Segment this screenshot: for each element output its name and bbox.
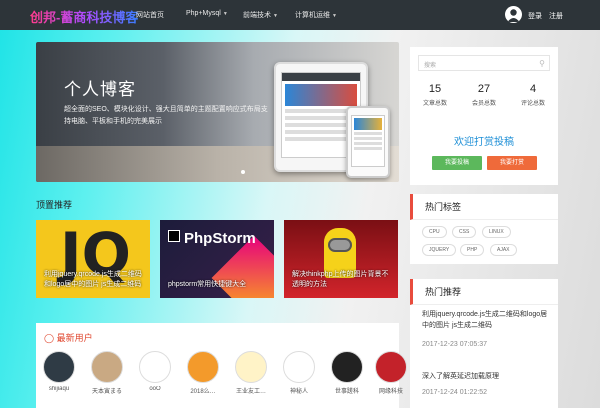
user-item[interactable]: 网缘科技: [374, 351, 408, 395]
user-item[interactable]: 天本寅まる: [90, 351, 124, 395]
user-item[interactable]: ooO: [138, 351, 172, 392]
tag-item[interactable]: AJAX: [490, 244, 517, 256]
site-logo[interactable]: 创邦-蓄商科技博客: [30, 7, 138, 26]
hot-tags-title: 热门标签: [410, 194, 558, 220]
search-icon[interactable]: ⚲: [539, 59, 545, 68]
chevron-down-icon: ▼: [222, 11, 228, 17]
avatar[interactable]: [91, 351, 123, 383]
latest-users-title: ◯ 最新用户: [44, 333, 93, 343]
avatar[interactable]: [283, 351, 315, 383]
hot-recommend-panel: 热门推荐 利用jquery.qrcode.js生成二维码和logo居中的图片 j…: [410, 279, 558, 408]
card-caption[interactable]: 解决thinkphp上传的图片背景不透明的方法: [292, 270, 392, 290]
stat-articles: 15 文章总数: [422, 83, 447, 107]
user-name[interactable]: 天本寅まる: [90, 386, 124, 395]
nav-php-mysql-label: Php+Mysql: [186, 10, 221, 17]
donate-button[interactable]: 我要打赏: [487, 156, 537, 170]
phpstorm-logo: PhpStorm: [184, 230, 256, 247]
latest-users-panel: ◯ 最新用户 shijiaqu 天本寅まる ooO 2018么… 王业友工… 神秘人 世事蹉…: [36, 323, 407, 408]
user-name[interactable]: 王业友工…: [234, 386, 268, 395]
user-name[interactable]: 神秘人: [282, 386, 316, 395]
nav-home-label: 网站首页: [136, 12, 164, 19]
hot-item-title[interactable]: 利用jquery.qrcode.js生成二维码和logo居中的图片 js生成二维…: [422, 309, 552, 331]
banner-title: 个人博客: [64, 80, 136, 99]
tag-item[interactable]: CPU: [422, 226, 447, 238]
featured-card-jquery[interactable]: JQ 利用jquery.qrcode.js生成二维码和logo居中的图片 js生…: [36, 220, 150, 298]
stats-panel: 搜索 ⚲ 15 文章总数 27 会员总数 4 评论总数 欢迎打赏投稿 我要投稿 我要打…: [410, 47, 558, 185]
banner-text: 超全面的SEO、模块化设计、强大且简单的主题配置响应式布局支持电脑、平板和手机的…: [64, 106, 268, 125]
chevron-down-icon: ▼: [273, 13, 278, 19]
nav-home[interactable]: 网站首页: [136, 10, 164, 20]
card-caption[interactable]: 利用jquery.qrcode.js生成二维码和logo居中的图片 js生成二维…: [44, 270, 144, 290]
nav-ops[interactable]: 计算机运维 ▼: [295, 10, 337, 20]
search-input[interactable]: 搜索 ⚲: [418, 55, 550, 71]
hot-recommend-title: 热门推荐: [410, 279, 558, 305]
top-navbar: 创邦-蓄商科技博客 网站首页 Php+Mysql ▼ 前端技术 ▼ 计算机运维 ▼ 登…: [0, 0, 600, 30]
user-name[interactable]: ooO: [138, 386, 172, 392]
featured-card-thinkphp[interactable]: 解决thinkphp上传的图片背景不透明的方法: [284, 220, 398, 298]
hot-item-title[interactable]: 深入了解英延迟加载原理: [422, 371, 552, 382]
user-name[interactable]: 2018么…: [186, 386, 220, 395]
nav-php-mysql[interactable]: Php+Mysql ▼: [186, 10, 228, 17]
carousel-dot-active[interactable]: [241, 170, 245, 174]
login-link[interactable]: 登录: [528, 11, 542, 21]
featured-card-phpstorm[interactable]: PhpStorm phpstorm常用快捷键大全: [160, 220, 274, 298]
tag-item[interactable]: LINUX: [482, 226, 511, 238]
tag-item[interactable]: CSS: [452, 226, 477, 238]
search-placeholder: 搜索: [424, 63, 437, 69]
tag-item[interactable]: JQUERY: [422, 244, 457, 256]
chevron-down-icon: ▼: [332, 13, 337, 19]
nav-frontend-label: 前端技术: [243, 12, 271, 19]
user-avatar-icon[interactable]: [505, 6, 522, 23]
hero-banner[interactable]: 个人博客 超全面的SEO、模块化设计、强大且简单的主题配置响应式布局支持电脑、平…: [36, 42, 399, 182]
hot-item-date: 2017-12-24 01:22:52: [422, 389, 487, 396]
register-link[interactable]: 注册: [549, 11, 563, 21]
contribute-button[interactable]: 我要投稿: [432, 156, 482, 170]
user-icon: ◯: [44, 333, 55, 343]
nav-frontend[interactable]: 前端技术 ▼: [243, 10, 278, 20]
nav-ops-label: 计算机运维: [295, 12, 330, 19]
user-item[interactable]: shijiaqu: [42, 351, 76, 392]
featured-title: 顶置推荐: [36, 200, 73, 210]
avatar[interactable]: [139, 351, 171, 383]
phpstorm-icon: [168, 230, 180, 242]
carousel-dots[interactable]: [241, 170, 245, 174]
avatar[interactable]: [43, 351, 75, 383]
tag-item[interactable]: PHP: [460, 244, 485, 256]
user-item[interactable]: 神秘人: [282, 351, 316, 395]
avatar[interactable]: [331, 351, 363, 383]
avatar[interactable]: [375, 351, 407, 383]
user-name[interactable]: 世事蹉科: [330, 386, 364, 395]
avatar[interactable]: [187, 351, 219, 383]
user-item[interactable]: 世事蹉科: [330, 351, 364, 395]
welcome-text: 欢迎打赏投稿: [454, 137, 514, 148]
card-caption[interactable]: phpstorm常用快捷键大全: [168, 280, 268, 290]
avatar[interactable]: [235, 351, 267, 383]
user-item[interactable]: 王业友工…: [234, 351, 268, 395]
hot-item-date: 2017-12-23 07:05:37: [422, 341, 487, 348]
stat-comments: 4 评论总数: [520, 83, 545, 107]
user-name[interactable]: shijiaqu: [42, 386, 76, 392]
user-item[interactable]: 2018么…: [186, 351, 220, 395]
phone-image: [346, 106, 390, 178]
hot-tags-panel: 热门标签 CPU CSS LINUX JQUERY PHP AJAX: [410, 194, 558, 264]
user-name[interactable]: 网缘科技: [374, 386, 408, 395]
stat-members: 27 会员总数: [471, 83, 496, 107]
